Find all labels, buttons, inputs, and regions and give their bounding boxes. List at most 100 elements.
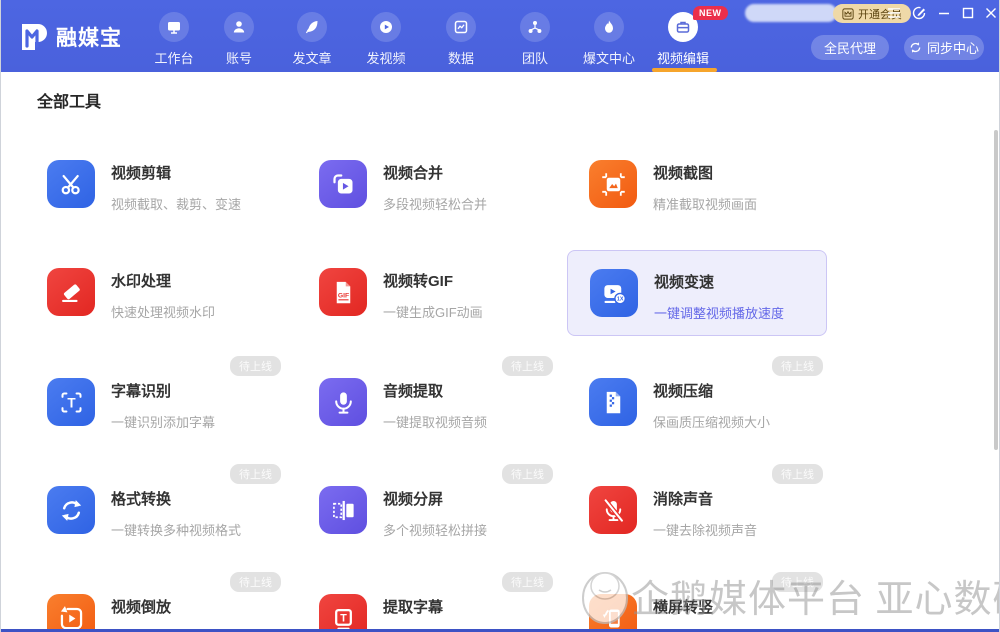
maximize-button[interactable] — [957, 3, 979, 23]
tool-title: 水印处理 — [111, 273, 172, 290]
page-title: 全部工具 — [37, 94, 102, 111]
team-icon — [528, 21, 542, 33]
tool-desc: 快速处理视频水印 — [111, 305, 216, 320]
tool-desc: 一键生成GIF动画 — [383, 305, 483, 320]
tool-title: 视频倒放 — [111, 599, 172, 616]
gif-icon: GIF — [336, 281, 350, 303]
scrollbar-thumb[interactable] — [994, 130, 998, 450]
tool-card-rotate-screen[interactable]: 待上线 横屏转竖 随时调整视频比例 — [579, 572, 823, 632]
active-tab-indicator — [652, 68, 717, 72]
minimize-icon — [939, 12, 949, 15]
subtitle-scan-icon: T — [60, 391, 82, 413]
tool-card-video-compress[interactable]: 待上线 视频压缩 保画质压缩视频大小 — [579, 356, 823, 460]
microphone-icon — [334, 391, 352, 414]
tool-card-subtitle-recognition[interactable]: 待上线 T 字幕识别 一键识别添加字幕 — [37, 356, 281, 460]
tool-card-video-edit[interactable]: 视频剪辑 视频截取、裁剪、变速 — [37, 138, 281, 242]
tool-title: 横屏转竖 — [653, 599, 714, 616]
eraser-icon — [61, 283, 80, 302]
nav-item-team[interactable]: 团队 — [499, 12, 571, 67]
tool-title: 视频剪辑 — [111, 165, 172, 182]
mute-mic-icon — [603, 498, 624, 522]
tool-card-remove-sound[interactable]: 待上线 消除声音 一键去除视频声音 — [579, 464, 823, 568]
tool-desc: 精准截取视频画面 — [653, 197, 758, 212]
nav-label: 发视频 — [366, 51, 406, 66]
nav-item-data[interactable]: 数据 — [425, 12, 497, 67]
sync-button-label: 同步中心 — [926, 41, 979, 56]
tool-card-video-to-gif[interactable]: GIF 视频转GIF 一键生成GIF动画 — [309, 246, 553, 350]
tool-desc: 一键转换多种视频格式 — [111, 523, 242, 538]
svg-text:1X: 1X — [616, 296, 623, 302]
merge-icon — [332, 173, 352, 193]
menu-button[interactable] — [883, 3, 905, 23]
tool-desc: 一键调整视频播放速度 — [654, 306, 785, 321]
nav-item-workbench[interactable]: 工作台 — [138, 12, 210, 67]
tool-card-extract-subtitle[interactable]: 待上线 T 提取字幕 一键提取视频字幕 — [309, 572, 553, 632]
hot-articles-icon — [605, 20, 613, 33]
publish-article-icon — [305, 21, 318, 34]
nav-item-video-edit[interactable]: 视频编辑 — [647, 12, 719, 67]
tool-desc: 多个视频轻松拼接 — [383, 523, 488, 538]
coming-soon-badge: 待上线 — [230, 464, 281, 484]
feedback-button[interactable] — [908, 3, 930, 23]
sync-center-button[interactable]: 同步中心 — [904, 35, 984, 60]
coming-soon-badge: 待上线 — [230, 356, 281, 376]
tool-card-video-snapshot[interactable]: 视频截图 精准截取视频画面 — [579, 138, 823, 242]
hamburger-icon — [888, 8, 900, 18]
rotate-phone-icon — [602, 609, 620, 627]
tool-title: 字幕识别 — [111, 383, 172, 400]
app-window: 融媒宝 工作台 账号 发文章 发视频 数据 团队 爆文中心 视频编辑 NEW 开… — [0, 0, 1000, 632]
coming-soon-badge: 待上线 — [230, 572, 281, 592]
tool-desc: 一键去除视频声音 — [653, 523, 758, 538]
zip-file-icon — [606, 391, 620, 413]
coming-soon-badge: 待上线 — [772, 572, 823, 592]
convert-icon — [61, 499, 81, 521]
new-badge: NEW — [693, 6, 728, 20]
tool-desc: 多段视频轻松合并 — [383, 197, 488, 212]
data-icon — [454, 20, 468, 34]
close-icon — [986, 8, 996, 18]
nav-label: 工作台 — [154, 51, 194, 66]
tool-card-split-screen[interactable]: 待上线 视频分屏 多个视频轻松拼接 — [309, 464, 553, 568]
coming-soon-badge: 待上线 — [502, 356, 553, 376]
video-edit-icon — [676, 21, 690, 33]
username-redacted-pill — [745, 4, 837, 22]
tool-title: 视频截图 — [653, 165, 714, 182]
nav-label: 视频编辑 — [656, 51, 709, 66]
app-logo: 融媒宝 — [19, 22, 122, 52]
reverse-play-icon — [60, 605, 82, 629]
scissors-icon — [61, 174, 80, 194]
tool-desc: 保画质压缩视频大小 — [653, 415, 771, 430]
split-screen-icon — [332, 500, 354, 520]
tool-desc: 视频截取、裁剪、变速 — [111, 197, 242, 212]
maximize-icon — [962, 7, 974, 19]
edit-circle-icon — [912, 6, 926, 20]
agent-button-label: 全民代理 — [823, 41, 876, 56]
tool-title: 格式转换 — [111, 491, 172, 508]
app-title: 融媒宝 — [56, 27, 122, 50]
minimize-button[interactable] — [933, 3, 955, 23]
close-button[interactable] — [980, 3, 999, 23]
nav-item-hot-articles[interactable]: 爆文中心 — [573, 12, 645, 67]
snapshot-icon — [601, 172, 625, 196]
nav-label: 数据 — [447, 51, 474, 66]
tool-title: 提取字幕 — [383, 599, 444, 616]
tool-card-video-merge[interactable]: 视频合并 多段视频轻松合并 — [309, 138, 553, 242]
logo-icon — [22, 24, 47, 50]
nav-item-publish-video[interactable]: 发视频 — [350, 12, 422, 67]
tool-card-watermark[interactable]: 水印处理 快速处理视频水印 — [37, 246, 281, 350]
coming-soon-badge: 待上线 — [772, 356, 823, 376]
tool-card-video-speed[interactable]: 1X 视频变速 一键调整视频播放速度 — [567, 250, 827, 336]
agent-button[interactable]: 全民代理 — [811, 35, 889, 60]
nav-label: 爆文中心 — [582, 51, 635, 66]
sync-icon — [910, 42, 921, 53]
tool-title: 视频压缩 — [653, 383, 714, 400]
nav-item-publish-article[interactable]: 发文章 — [276, 12, 348, 67]
tool-card-format-convert[interactable]: 待上线 格式转换 一键转换多种视频格式 — [37, 464, 281, 568]
extract-subtitle-icon: T — [334, 608, 352, 630]
svg-text:GIF: GIF — [337, 292, 348, 299]
account-icon — [233, 21, 245, 33]
tool-card-audio-extract[interactable]: 待上线 音频提取 一键提取视频音频 — [309, 356, 553, 460]
nav-item-account[interactable]: 账号 — [203, 12, 275, 67]
svg-text:T: T — [67, 395, 76, 410]
tool-card-video-reverse[interactable]: 待上线 视频倒放 一键生成倒放视频 — [37, 572, 281, 632]
